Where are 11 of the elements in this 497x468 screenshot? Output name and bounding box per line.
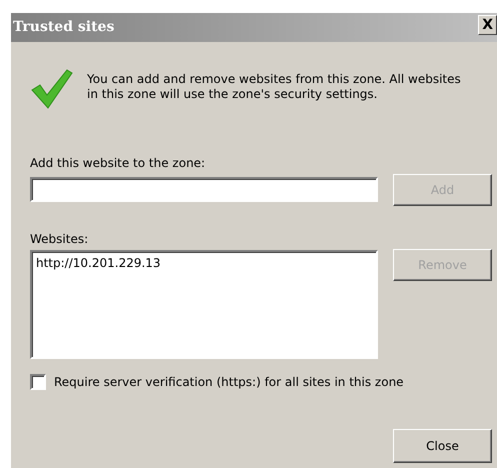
title-bar-x-button[interactable]: X — [478, 15, 497, 35]
close-dialog-button[interactable]: Close — [393, 429, 492, 463]
info-text: You can add and remove websites from this zone. All websites in this zone will use the zone's security settings. — [87, 72, 462, 103]
list-label: Websites: — [30, 231, 90, 248]
checkbox[interactable] — [30, 374, 46, 390]
list-item[interactable]: http://10.201.229.13 — [35, 254, 162, 272]
checkmark-icon — [30, 68, 73, 110]
checkbox-label: Require server verification (https:) for all sites in this zone — [54, 374, 404, 391]
website-input[interactable] — [30, 177, 378, 202]
field-label: Add this website to the zone: — [30, 155, 206, 172]
websites-list[interactable]: http://10.201.229.13 — [30, 250, 378, 359]
